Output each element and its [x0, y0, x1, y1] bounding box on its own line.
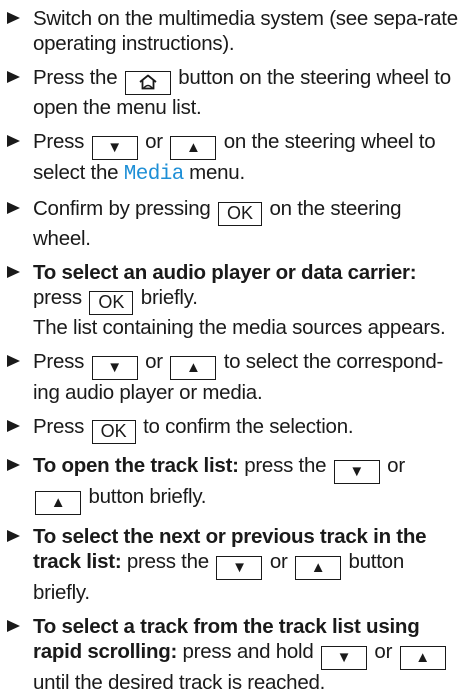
step-8-heading: To open the track list:	[33, 454, 239, 477]
step-5-after: briefly.	[140, 286, 198, 309]
ok-key: OK	[89, 291, 134, 315]
up-arrow-key: ▲	[295, 556, 342, 580]
step-8-after: button briefly.	[88, 485, 207, 508]
step-select-media-menu: Press ▼ or ▲ on the steering wheel to se…	[6, 129, 464, 187]
up-arrow-key: ▲	[35, 491, 81, 515]
step-3-after-line2-before: select the	[33, 161, 119, 184]
step-10-after: until the desired track is reached.	[33, 671, 326, 694]
step-select-media-source: Press ▼ or ▲ to select the correspond-in…	[6, 349, 464, 405]
up-arrow-key: ▲	[399, 646, 446, 670]
down-arrow-key: ▼	[216, 556, 263, 580]
step-4-before: Confirm by pressing	[33, 197, 211, 220]
step-9-before: press the	[126, 550, 209, 573]
step-8-or: or	[387, 454, 405, 477]
down-arrow-key: ▼	[320, 646, 367, 670]
step-10-heading-line1: To select a track from the track list us…	[33, 615, 420, 638]
step-5-heading: To select an audio player or data carrie…	[33, 261, 417, 284]
step-6-or: or	[145, 350, 163, 373]
down-arrow-key: ▼	[91, 356, 138, 380]
step-confirm-selection: Press OK to confirm the selection.	[6, 414, 464, 444]
up-arrow-key: ▲	[170, 136, 217, 160]
media-menu-label: Media	[123, 163, 185, 186]
ok-key: OK	[91, 420, 136, 444]
step-open-track-list: To open the track list: press the ▼ or ▲…	[6, 453, 464, 515]
step-6-before: Press	[33, 350, 85, 373]
step-5-before: press	[33, 286, 82, 309]
step-confirm: Confirm by pressing OK on the steering w…	[6, 196, 464, 251]
step-open-menu-list: Press the button on the steering wheel t…	[6, 65, 464, 120]
step-switch-on: Switch on the multimedia system (see sep…	[6, 6, 464, 56]
step-2-before: Press the	[33, 66, 118, 89]
step-select-next-previous-track: To select the next or previous track in …	[6, 524, 464, 605]
up-arrow-key: ▲	[170, 356, 217, 380]
step-rapid-scrolling: To select a track from the track list us…	[6, 614, 464, 695]
step-1-text: Switch on the multimedia system (see sep…	[33, 7, 458, 55]
step-9-or: or	[269, 550, 288, 573]
step-3-after-line2-after: menu.	[189, 161, 245, 184]
ok-key: OK	[218, 202, 262, 226]
step-7-before: Press	[33, 415, 85, 438]
step-8-before: press the	[244, 454, 327, 477]
home-button-key	[124, 71, 171, 95]
step-3-after-line1: on the steering wheel to	[223, 130, 436, 153]
step-select-audio-player: To select an audio player or data carrie…	[6, 260, 464, 340]
home-icon	[139, 74, 157, 90]
step-10-before: press and hold	[182, 640, 314, 663]
down-arrow-key: ▼	[333, 460, 380, 484]
down-arrow-key: ▼	[91, 136, 138, 160]
step-5-note: The list containing the media sources ap…	[33, 316, 446, 339]
step-3-or: or	[145, 130, 163, 153]
step-9-heading-line2: track list:	[33, 550, 122, 573]
step-10-heading-line2: rapid scrolling:	[33, 640, 178, 663]
step-9-heading-line1: To select the next or previous track in …	[33, 525, 427, 548]
step-7-after: to confirm the selection.	[143, 415, 354, 438]
instruction-page: Switch on the multimedia system (see sep…	[0, 0, 464, 694]
step-3-before: Press	[33, 130, 85, 153]
step-10-or: or	[374, 640, 393, 663]
